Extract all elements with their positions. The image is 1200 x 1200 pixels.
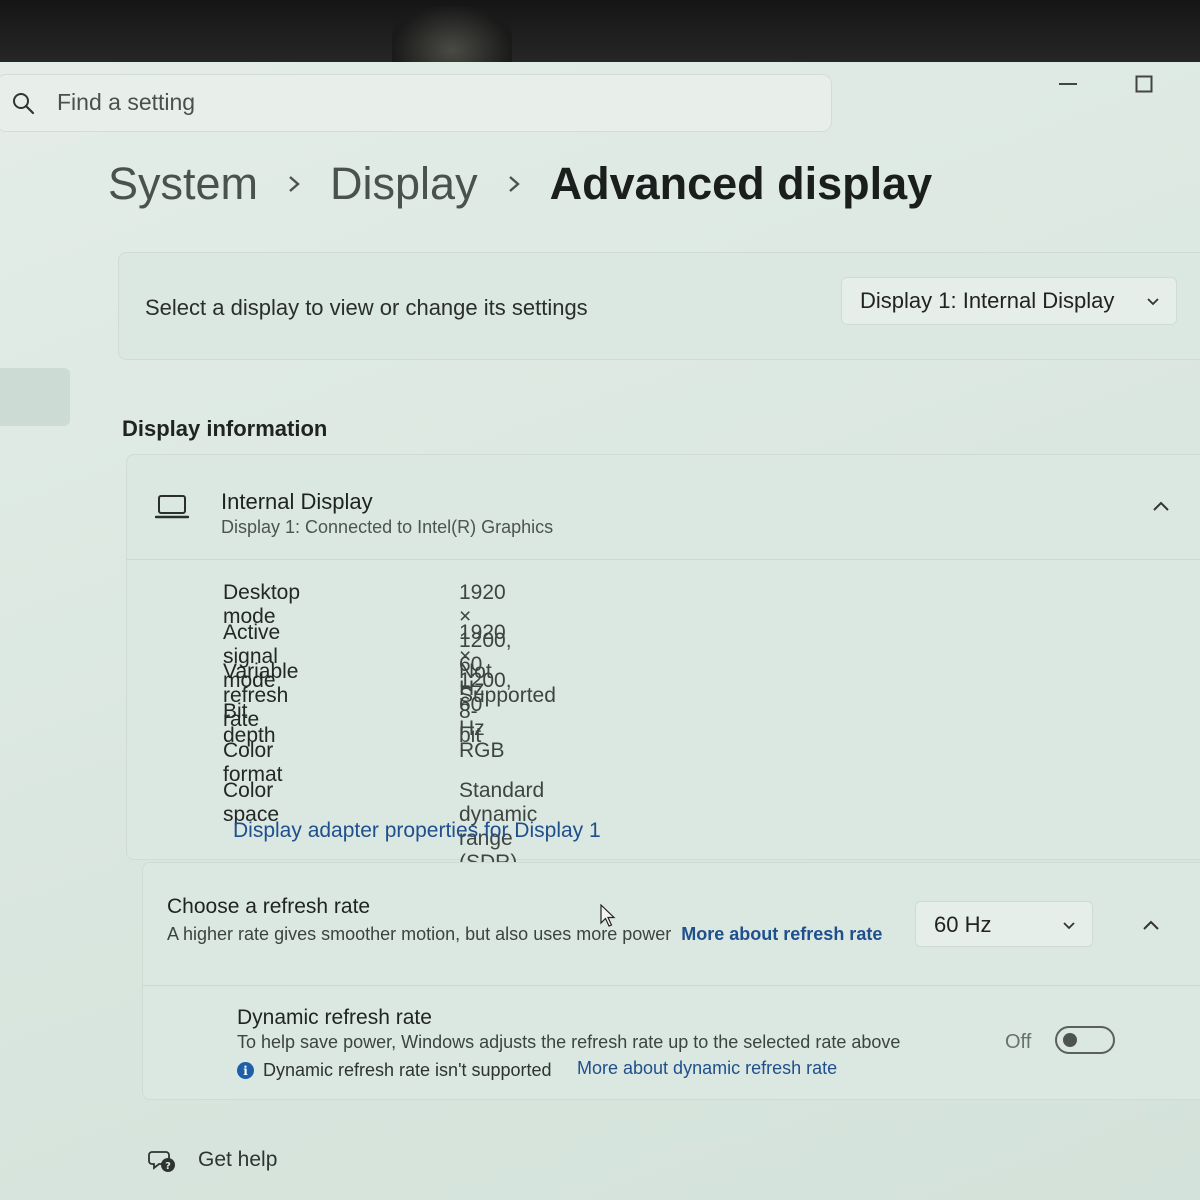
- display-select-card: Select a display to view or change its s…: [118, 252, 1200, 360]
- toggle-state-label: Off: [1005, 1031, 1032, 1053]
- minimize-button[interactable]: [1048, 66, 1088, 102]
- minimize-icon: [1059, 83, 1077, 85]
- dynamic-refresh-note-text: Dynamic refresh rate isn't supported: [263, 1060, 552, 1080]
- webcam-housing: [392, 6, 512, 62]
- chevron-up-icon[interactable]: [1141, 918, 1161, 932]
- chevron-right-icon: [508, 176, 520, 192]
- display-information-heading: Display information: [122, 416, 328, 441]
- page-title: Advanced display: [549, 158, 933, 209]
- refresh-rate-value: 60 Hz: [934, 912, 992, 937]
- display-dropdown-value: Display 1: Internal Display: [860, 288, 1115, 313]
- more-about-dynamic-refresh-link[interactable]: More about dynamic refresh rate: [577, 1058, 837, 1079]
- dynamic-refresh-title: Dynamic refresh rate: [237, 1006, 432, 1029]
- chevron-down-icon: [1063, 922, 1075, 930]
- sidebar-selected-item[interactable]: [0, 368, 70, 426]
- dynamic-refresh-description: To help save power, Windows adjusts the …: [237, 1032, 901, 1052]
- search-box[interactable]: Find a setting: [0, 74, 832, 132]
- maximize-button[interactable]: [1124, 66, 1164, 102]
- laptop-icon: [155, 495, 189, 519]
- chevron-down-icon: [1147, 298, 1159, 306]
- dynamic-refresh-note: i Dynamic refresh rate isn't supported: [237, 1060, 552, 1081]
- more-about-refresh-rate-link[interactable]: More about refresh rate: [681, 924, 882, 944]
- breadcrumb-system[interactable]: System: [108, 158, 258, 210]
- search-input[interactable]: Find a setting: [57, 89, 195, 116]
- breadcrumb: System Display Advanced display: [108, 158, 932, 210]
- screen-bezel: [0, 0, 1200, 62]
- refresh-rate-dropdown[interactable]: 60 Hz: [915, 901, 1093, 947]
- display-connection: Display 1: Connected to Intel(R) Graphic…: [221, 517, 554, 537]
- display-dropdown[interactable]: Display 1: Internal Display: [841, 277, 1177, 325]
- chevron-up-icon[interactable]: [1151, 499, 1171, 513]
- display-select-label: Select a display to view or change its s…: [145, 295, 588, 320]
- refresh-rate-title: Choose a refresh rate: [167, 895, 371, 918]
- refresh-rate-description: A higher rate gives smoother motion, but…: [167, 921, 907, 947]
- search-icon: [13, 93, 35, 115]
- display-info-header[interactable]: Internal Display Display 1: Connected to…: [127, 455, 1200, 560]
- breadcrumb-display[interactable]: Display: [330, 158, 478, 210]
- get-help-link[interactable]: ? Get help: [148, 1146, 277, 1174]
- info-value: RGB: [459, 739, 505, 762]
- dynamic-refresh-rate-row: Dynamic refresh rate To help save power,…: [143, 985, 1200, 1100]
- help-chat-icon: ?: [148, 1151, 175, 1172]
- svg-text:?: ?: [165, 1161, 171, 1172]
- refresh-rate-description-text: A higher rate gives smoother motion, but…: [167, 924, 672, 944]
- dynamic-refresh-toggle[interactable]: [1055, 1026, 1115, 1054]
- settings-window: Find a setting System Display Advanced d…: [0, 62, 1200, 1200]
- refresh-rate-card: Choose a refresh rate A higher rate give…: [142, 862, 1200, 1100]
- toggle-knob: [1063, 1033, 1077, 1047]
- mouse-cursor-icon: [600, 904, 616, 927]
- chevron-right-icon: [289, 176, 300, 192]
- display-information-card: Internal Display Display 1: Connected to…: [126, 454, 1200, 874]
- display-name: Internal Display: [221, 489, 373, 514]
- maximize-icon: [1135, 75, 1153, 93]
- display-adapter-properties-link[interactable]: Display adapter properties for Display 1: [233, 819, 601, 843]
- get-help-label: Get help: [198, 1148, 278, 1171]
- info-icon: i: [237, 1062, 254, 1079]
